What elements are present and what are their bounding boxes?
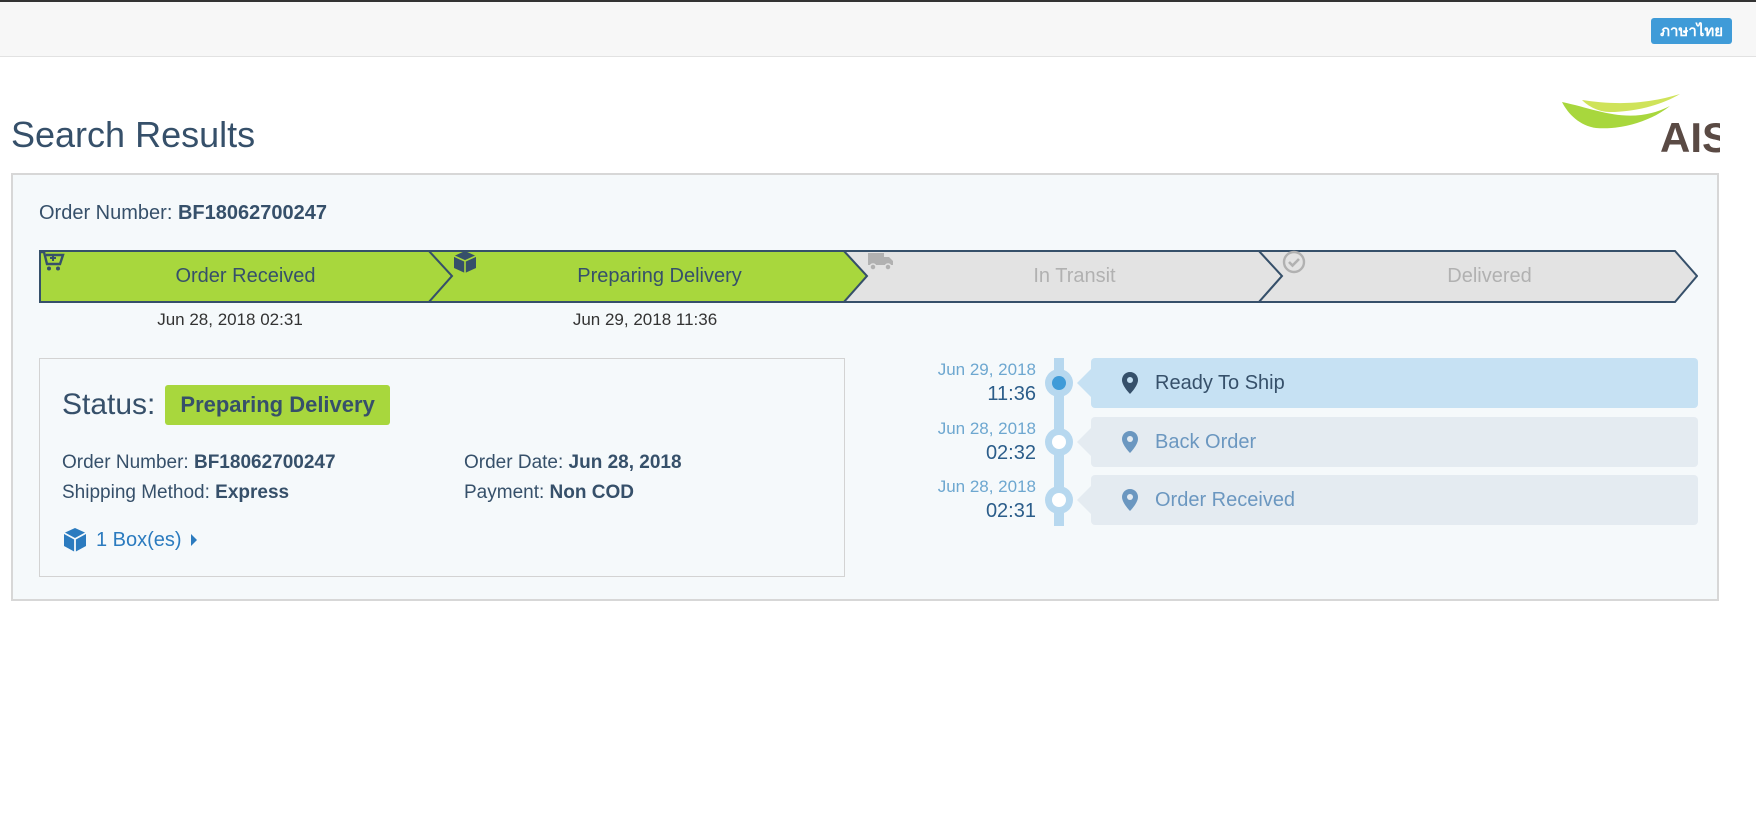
order-number-info: Order Number: BF18062700247 (62, 452, 336, 474)
payment-info: Payment: Non COD (464, 482, 634, 504)
info-label: Order Date: (464, 452, 564, 473)
status-badge: Preparing Delivery (165, 385, 390, 425)
info-value: Non COD (549, 482, 634, 503)
timeline-date: Jun 28, 2018 (937, 477, 1036, 496)
timeline-item-order-received: Order Received (1077, 475, 1698, 525)
step-label: Preparing Delivery (577, 265, 742, 287)
check-circle-icon (1282, 250, 1306, 274)
boxes-link-label[interactable]: 1 Box(es) (96, 529, 182, 552)
info-value: BF18062700247 (193, 452, 336, 473)
info-value: Jun 28, 2018 (568, 452, 682, 473)
info-value: Express (215, 482, 290, 503)
step-date-order-received: Jun 28, 2018 02:31 (157, 310, 303, 329)
step-preparing-delivery: Preparing Delivery (452, 250, 867, 303)
info-label: Payment: (464, 482, 545, 503)
step-delivered: Delivered (1282, 250, 1697, 303)
boxes-toggle-link[interactable]: 1 Box(es) (62, 527, 198, 553)
map-pin-icon (1121, 488, 1139, 512)
step-label: Order Received (175, 265, 316, 287)
timeline-time: 11:36 (987, 383, 1036, 405)
timeline-dot (1045, 486, 1073, 514)
box-icon (63, 528, 87, 552)
map-pin-icon (1121, 430, 1139, 454)
step-in-transit: In Transit (867, 250, 1282, 303)
timeline-dot (1045, 428, 1073, 456)
step-label: In Transit (1033, 265, 1116, 287)
timeline-label: Ready To Ship (1155, 371, 1285, 394)
page-title: Search Results (11, 114, 256, 155)
info-label: Order Number: (62, 452, 189, 473)
map-pin-icon (1121, 371, 1139, 395)
ais-logo: AIS (1560, 92, 1730, 161)
timeline-time: 02:32 (985, 442, 1036, 464)
order-number-label: Order Number: (39, 202, 173, 224)
search-result-panel: Order Number: BF18062700247 Order Receiv… (11, 173, 1719, 601)
top-bar: ภาษาไทย (0, 2, 1756, 57)
status-line: Status: Preparing Delivery (62, 385, 390, 425)
truck-icon (868, 253, 893, 271)
language-toggle-button[interactable]: ภาษาไทย (1651, 18, 1732, 44)
caret-right-icon (190, 534, 197, 546)
info-label: Shipping Method: (62, 482, 210, 503)
timeline-time: 02:31 (985, 500, 1036, 522)
step-date-preparing-delivery: Jun 29, 2018 11:36 (572, 310, 718, 329)
order-date-info: Order Date: Jun 28, 2018 (464, 452, 682, 474)
box-icon (453, 251, 477, 273)
status-label: Status: (62, 388, 156, 421)
step-order-received: Order Received (39, 250, 452, 303)
timeline-date: Jun 29, 2018 (937, 360, 1036, 379)
cart-icon (40, 250, 65, 271)
order-number-value: BF18062700247 (177, 202, 327, 224)
timeline-item-ready-to-ship: Ready To Ship (1077, 358, 1698, 408)
timeline-dot-active (1045, 369, 1073, 397)
timeline-label: Back Order (1155, 430, 1257, 453)
logo-text: AIS (1660, 114, 1720, 156)
timeline-label: Order Received (1155, 488, 1296, 511)
timeline-item-back-order: Back Order (1077, 417, 1698, 467)
step-label: Delivered (1447, 265, 1532, 287)
timeline-date: Jun 28, 2018 (937, 419, 1036, 438)
order-progress-steps: Order Received Preparing Delivery In Tra… (39, 250, 1698, 303)
shipping-method-info: Shipping Method: Express (62, 482, 289, 504)
order-status-box: Status: Preparing Delivery Order Number:… (39, 358, 845, 577)
order-number-heading: Order Number: BF18062700247 (39, 202, 327, 225)
